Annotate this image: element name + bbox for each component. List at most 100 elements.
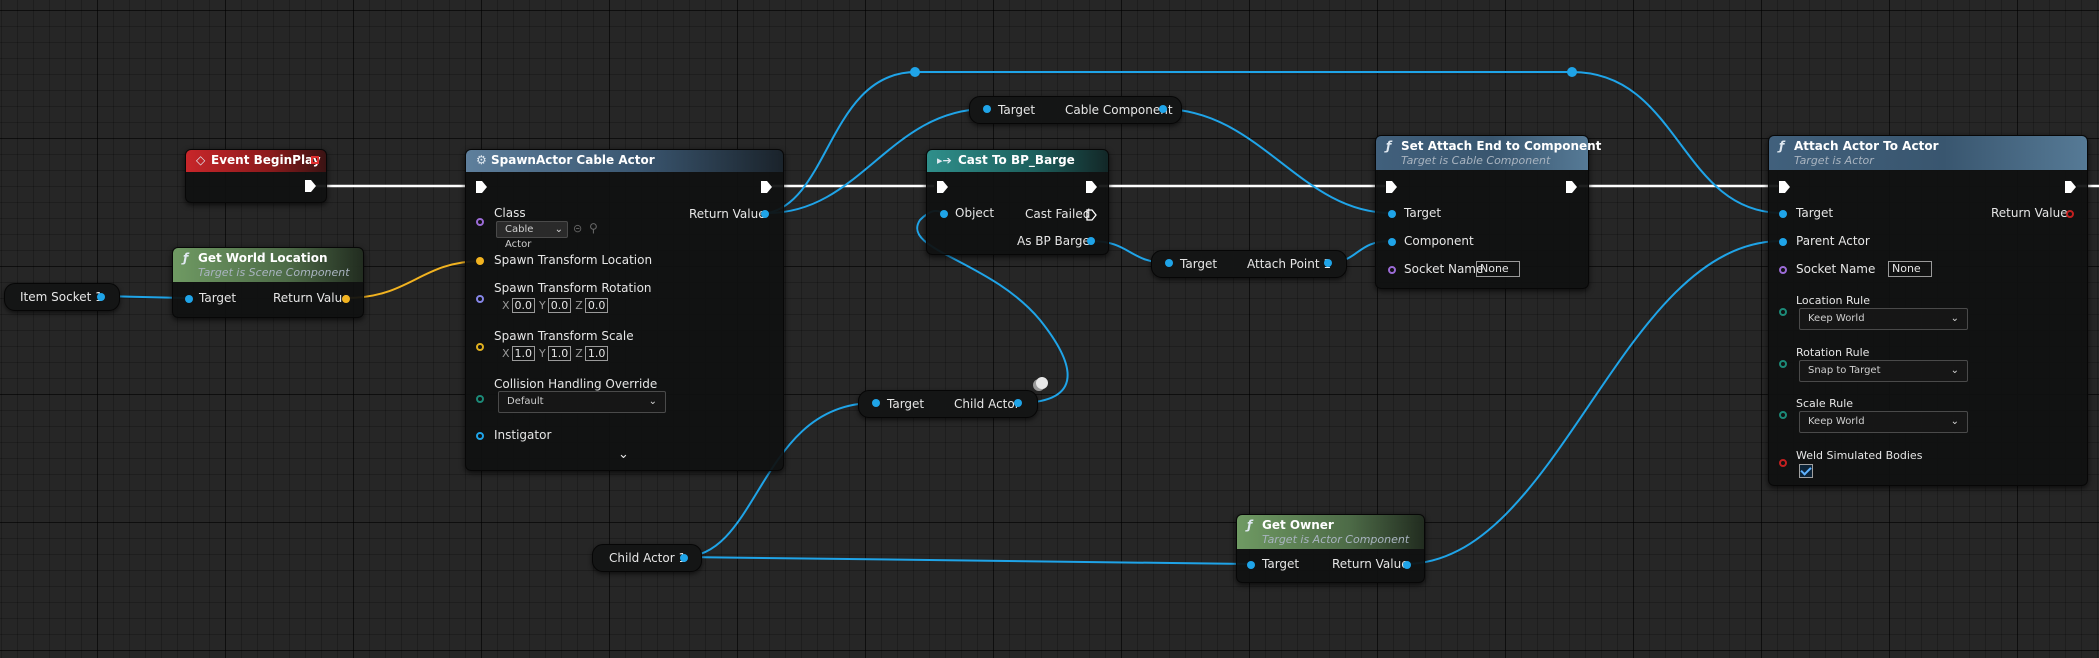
chevron-down-icon: ⌄ [1950, 313, 1959, 324]
rotation-z-field[interactable]: 0.0 [584, 298, 609, 313]
scale-y-field[interactable]: 1.0 [547, 346, 572, 361]
output-pin[interactable] [680, 554, 688, 562]
rotation-y-field[interactable]: 0.0 [547, 298, 572, 313]
return-value-pin[interactable] [342, 295, 350, 303]
return-value-pin[interactable] [1403, 561, 1411, 569]
spawn-rotation-pin[interactable] [476, 295, 484, 303]
target-pin[interactable] [872, 399, 880, 407]
spawn-scale-pin[interactable] [476, 343, 484, 351]
node-header: ƒ Get World Location Target is Scene Comp… [173, 248, 363, 282]
rotation-rule-pin[interactable] [1779, 360, 1787, 368]
item-socket-variable-node[interactable]: Item Socket 1 [4, 283, 120, 311]
cast-arrow-icon: ▸➔ [937, 154, 952, 167]
spawn-rotation-label: Spawn Transform Rotation [494, 281, 652, 295]
spawnactor-cable-actor-node[interactable]: ⚙ SpawnActor Cable Actor Class Cable Acto… [465, 149, 784, 471]
scale-x-field[interactable]: 1.0 [511, 346, 536, 361]
scale-rule-dropdown[interactable]: Keep World ⌄ [1799, 411, 1968, 433]
output-pin[interactable] [97, 293, 105, 301]
child-actor-getter-node[interactable]: Target Child Actor [858, 390, 1038, 418]
weld-pin[interactable] [1779, 459, 1787, 467]
rotation-x-field[interactable]: 0.0 [511, 298, 536, 313]
return-value-label: Return Value [1991, 206, 2068, 220]
collision-label: Collision Handling Override [494, 377, 658, 391]
target-label: Target [1180, 257, 1218, 271]
class-pin[interactable] [476, 218, 484, 226]
exec-out-pin[interactable] [761, 181, 772, 193]
exec-out-pin[interactable] [1566, 181, 1577, 193]
exec-out-pin[interactable] [305, 180, 316, 192]
socket-name-pin[interactable] [1779, 266, 1787, 274]
cable-component-getter-node[interactable]: Target Cable Component [969, 96, 1182, 124]
browse-icon[interactable]: ⊝ [573, 222, 582, 235]
socket-name-pin[interactable] [1388, 266, 1396, 274]
return-value-label: Return Value [1332, 557, 1409, 571]
exec-in-pin[interactable] [1779, 181, 1790, 193]
get-world-location-node[interactable]: ƒ Get World Location Target is Scene Comp… [172, 247, 364, 318]
target-pin[interactable] [185, 295, 193, 303]
target-pin[interactable] [1247, 561, 1255, 569]
weld-simulated-bodies-checkbox[interactable] [1799, 464, 1813, 478]
event-beginplay-node[interactable]: ◇ Event BeginPlay [185, 149, 327, 203]
function-icon: ƒ [1247, 518, 1253, 532]
expand-advanced-chevron-icon[interactable]: ⌄ [618, 447, 629, 462]
location-rule-pin[interactable] [1779, 308, 1787, 316]
set-attach-end-to-component-node[interactable]: ƒ Set Attach End to Component Target is C… [1375, 135, 1601, 289]
socket-name-field[interactable]: None [1888, 261, 1932, 277]
socket-name-label: Socket Name [1796, 262, 1876, 276]
node-subtitle: Target is Scene Component [198, 266, 350, 279]
exec-in-pin[interactable] [1386, 181, 1397, 193]
get-owner-node[interactable]: ƒ Get Owner Target is Actor Component Tar… [1236, 514, 1425, 583]
output-pin[interactable] [1324, 259, 1332, 267]
attach-actor-to-actor-node[interactable]: ƒ Attach Actor To Actor Target is Actor T… [1768, 135, 2088, 486]
scale-rule-label: Scale Rule [1796, 397, 1854, 410]
node-header: ◇ Event BeginPlay [186, 150, 326, 172]
node-subtitle: Target is Cable Component [1401, 154, 1551, 167]
cast-to-bp-barge-node[interactable]: ▸➔ Cast To BP_Barge Object Cast Failed As… [926, 149, 1109, 255]
spawn-scale-label: Spawn Transform Scale [494, 329, 634, 343]
exec-out-pin[interactable] [2065, 181, 2076, 193]
target-pin[interactable] [1388, 210, 1396, 218]
rotation-rule-value: Snap to Target [1808, 365, 1881, 376]
output-pin[interactable] [1159, 105, 1167, 113]
function-icon: ƒ [1779, 139, 1785, 153]
x-axis-label: X [502, 347, 510, 360]
socket-name-field[interactable]: None [1476, 261, 1520, 277]
attach-point-getter-node[interactable]: Target Attach Point 1 [1151, 250, 1347, 278]
instigator-pin[interactable] [476, 432, 484, 440]
as-bp-barge-pin[interactable] [1087, 237, 1095, 245]
class-dropdown[interactable]: Cable Actor ⌄ [496, 221, 568, 250]
function-icon: ƒ [183, 251, 189, 265]
output-pin[interactable] [1014, 399, 1022, 407]
object-pin[interactable] [940, 210, 948, 218]
cast-failed-label: Cast Failed [1025, 207, 1091, 221]
collision-dropdown[interactable]: Default ⌄ [498, 391, 666, 413]
chevron-down-icon: ⌄ [648, 396, 657, 407]
search-icon[interactable]: ⚲ [589, 221, 598, 235]
delegate-pin[interactable] [311, 156, 319, 164]
target-pin[interactable] [983, 105, 991, 113]
scale-rule-pin[interactable] [1779, 411, 1787, 419]
exec-out-pin[interactable] [1086, 181, 1097, 193]
return-value-pin[interactable] [761, 210, 769, 218]
target-label: Target [1796, 206, 1834, 220]
target-pin[interactable] [1165, 259, 1173, 267]
location-rule-dropdown[interactable]: Keep World ⌄ [1799, 308, 1968, 330]
scale-z-field[interactable]: 1.0 [584, 346, 609, 361]
child-actor-variable-node[interactable]: Child Actor 1 [592, 544, 702, 572]
target-label: Target [1262, 557, 1300, 571]
scale-vector-fields: X 1.0 Y 1.0 Z 1.0 [502, 346, 612, 361]
node-title: Get Owner [1262, 518, 1334, 532]
cast-failed-exec-pin[interactable] [1086, 209, 1097, 221]
target-pin[interactable] [1779, 210, 1787, 218]
spawn-location-pin[interactable] [476, 257, 484, 265]
cable-component-label: Cable Component [1065, 103, 1173, 117]
exec-in-pin[interactable] [476, 181, 487, 193]
wire-reroute-knot[interactable] [910, 67, 920, 77]
exec-in-pin[interactable] [937, 181, 948, 193]
return-value-pin[interactable] [2066, 210, 2074, 218]
parent-actor-pin[interactable] [1779, 238, 1787, 246]
wire-reroute-knot[interactable] [1567, 67, 1577, 77]
rotation-rule-dropdown[interactable]: Snap to Target ⌄ [1799, 360, 1968, 382]
component-pin[interactable] [1388, 238, 1396, 246]
collision-pin[interactable] [476, 395, 484, 403]
